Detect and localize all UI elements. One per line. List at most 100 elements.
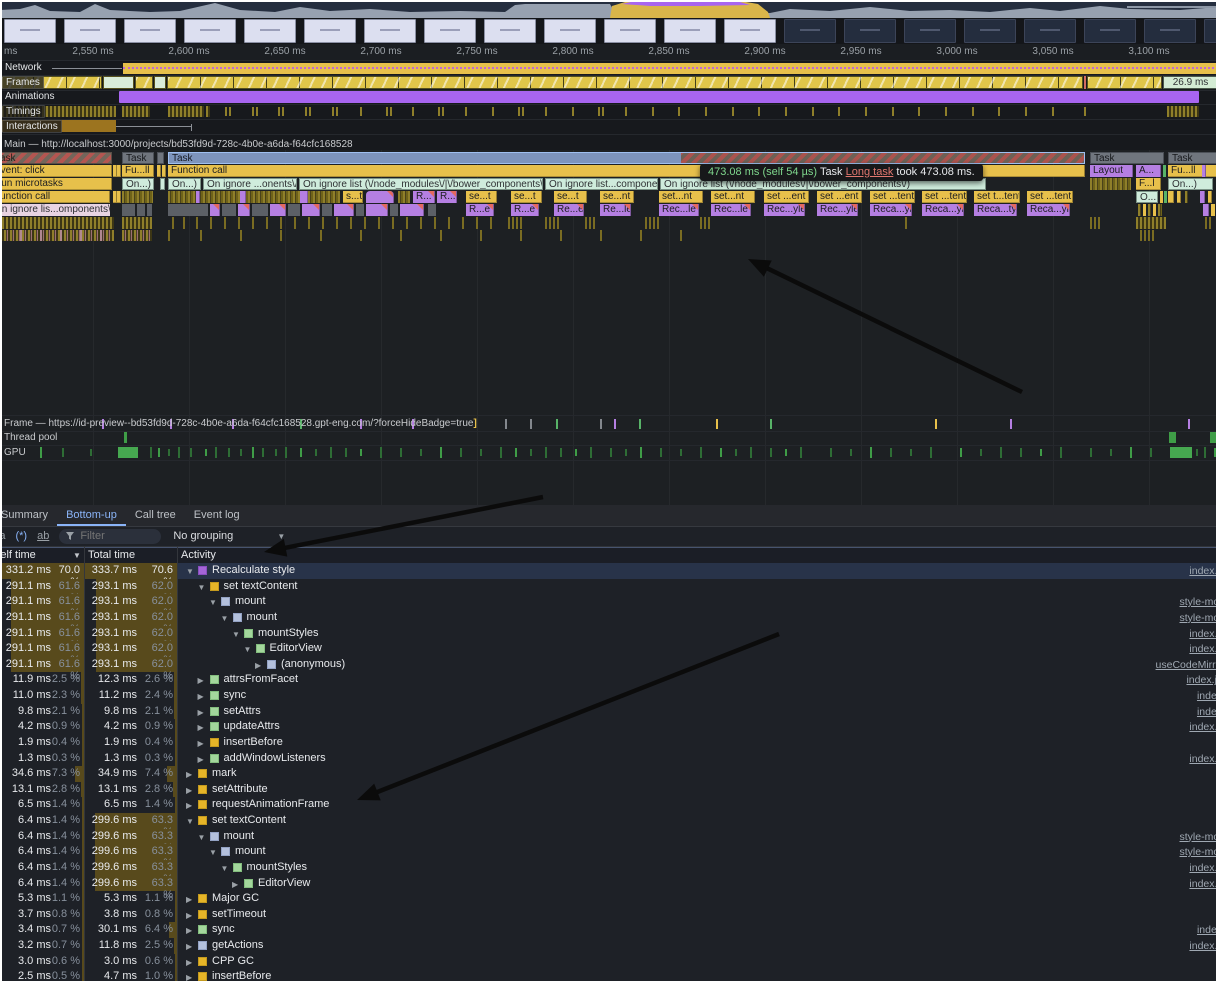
collapse-arrow-icon[interactable]: ▼ bbox=[232, 630, 240, 639]
activity-label[interactable]: requestAnimationFrame bbox=[212, 798, 329, 810]
source-link[interactable]: index.js bbox=[1189, 628, 1218, 640]
table-row[interactable]: 3.4 ms0.7 %30.1 ms6.4 %▶syncindex. bbox=[0, 922, 1218, 938]
flame-segment[interactable]: Reca...yle bbox=[1027, 204, 1070, 216]
flame-segment[interactable]: R... bbox=[437, 191, 457, 203]
table-row[interactable]: 6.4 ms1.4 %299.6 ms63.3 %▼set textConten… bbox=[0, 813, 1218, 829]
expand-arrow-icon[interactable]: ▶ bbox=[198, 739, 204, 748]
flame-segment[interactable]: F...l bbox=[1136, 178, 1161, 190]
expand-arrow-icon[interactable]: ▶ bbox=[198, 708, 204, 717]
frames-track[interactable]: Frames 26.9 ms bbox=[0, 75, 1218, 91]
source-link[interactable]: style-mod bbox=[1179, 596, 1218, 608]
flame-segment[interactable] bbox=[1138, 204, 1141, 216]
flame-segment[interactable] bbox=[210, 204, 220, 216]
flame-segment[interactable] bbox=[1177, 191, 1181, 203]
flame-segment[interactable]: Event: click bbox=[0, 165, 112, 177]
filmstrip-thumbnail[interactable] bbox=[424, 19, 476, 43]
flame-segment[interactable]: s...t bbox=[343, 191, 363, 203]
flame-segment[interactable]: On...) bbox=[168, 178, 201, 190]
expand-arrow-icon[interactable]: ▶ bbox=[198, 723, 204, 732]
activity-header[interactable]: Activity bbox=[181, 549, 216, 561]
activity-label[interactable]: mount bbox=[247, 611, 278, 623]
frame-segment[interactable] bbox=[154, 76, 166, 89]
table-row[interactable]: 3.2 ms0.7 %11.8 ms2.5 %▶getActionsindex.… bbox=[0, 938, 1218, 954]
frame-segment[interactable] bbox=[1084, 76, 1086, 89]
flame-segment[interactable]: Task bbox=[0, 152, 112, 164]
filter-input[interactable] bbox=[80, 530, 140, 542]
table-row[interactable]: 1.9 ms0.4 %1.9 ms0.4 %▶insertBefore bbox=[0, 735, 1218, 751]
thread-pool-track[interactable]: Thread pool bbox=[0, 430, 1218, 446]
table-row[interactable]: 6.4 ms1.4 %299.6 ms63.3 %▼mountstyle-mod bbox=[0, 844, 1218, 860]
flame-segment[interactable] bbox=[322, 204, 332, 216]
flame-segment[interactable] bbox=[1153, 204, 1156, 216]
flame-segment[interactable] bbox=[122, 191, 153, 203]
flame-segment[interactable]: Rec...yle bbox=[764, 204, 805, 216]
long-task-link[interactable]: Long task bbox=[846, 166, 894, 178]
flame-segment[interactable] bbox=[400, 204, 424, 216]
source-link[interactable]: index.js bbox=[1189, 753, 1218, 765]
flame-segment[interactable] bbox=[222, 204, 236, 216]
flame-segment[interactable] bbox=[300, 191, 308, 203]
flame-segment[interactable]: set ...tent bbox=[870, 191, 915, 203]
flame-segment[interactable] bbox=[168, 204, 208, 216]
gpu-track[interactable]: GPU bbox=[0, 445, 1218, 461]
flame-segment[interactable] bbox=[366, 191, 394, 203]
flame-segment[interactable] bbox=[1143, 204, 1146, 216]
gpu-track-label[interactable]: GPU bbox=[4, 447, 26, 458]
table-row[interactable]: 3.7 ms0.8 %3.8 ms0.8 %▶setTimeout bbox=[0, 907, 1218, 923]
filmstrip-thumbnail[interactable] bbox=[304, 19, 356, 43]
collapse-arrow-icon[interactable]: ▼ bbox=[186, 567, 194, 576]
collapse-arrow-icon[interactable]: ▼ bbox=[221, 864, 229, 873]
flame-segment[interactable] bbox=[157, 152, 164, 164]
expand-arrow-icon[interactable]: ▶ bbox=[232, 880, 238, 889]
self-time-header[interactable]: Self time bbox=[0, 549, 36, 561]
flame-segment[interactable]: se...t bbox=[554, 191, 587, 203]
table-row[interactable]: 6.4 ms1.4 %299.6 ms63.3 %▼mountStylesind… bbox=[0, 860, 1218, 876]
frame-segment[interactable] bbox=[167, 76, 1083, 89]
tab-event-log[interactable]: Event log bbox=[185, 505, 249, 526]
source-link[interactable]: index.js bbox=[1189, 565, 1218, 577]
expand-arrow-icon[interactable]: ▶ bbox=[198, 755, 204, 764]
activity-label[interactable]: mark bbox=[212, 767, 236, 779]
expand-arrow-icon[interactable]: ▶ bbox=[186, 958, 192, 967]
collapse-arrow-icon[interactable]: ▼ bbox=[198, 833, 206, 842]
animation-bar[interactable] bbox=[119, 91, 1199, 103]
expand-arrow-icon[interactable]: ▶ bbox=[186, 770, 192, 779]
expand-arrow-icon[interactable]: ▶ bbox=[255, 661, 261, 670]
flame-segment[interactable]: set ...tent bbox=[922, 191, 967, 203]
flame-segment[interactable]: Fu...ll bbox=[1168, 165, 1218, 177]
flame-segment[interactable] bbox=[1163, 165, 1166, 177]
collapse-arrow-icon[interactable]: ▼ bbox=[186, 817, 194, 826]
flame-segment[interactable] bbox=[196, 191, 200, 203]
filmstrip-thumbnail[interactable] bbox=[484, 19, 536, 43]
tab-bottom-up[interactable]: Bottom-up bbox=[57, 505, 126, 526]
flame-segment[interactable]: R... bbox=[413, 191, 435, 203]
collapse-arrow-icon[interactable]: ▼ bbox=[209, 598, 217, 607]
flame-segment[interactable]: set ...tent bbox=[1027, 191, 1073, 203]
flame-segment[interactable]: set t...tent bbox=[974, 191, 1020, 203]
filmstrip-thumbnail[interactable] bbox=[244, 19, 296, 43]
frame-segment[interactable]: 26.9 ms bbox=[1163, 76, 1218, 89]
flame-segment[interactable] bbox=[157, 165, 161, 177]
expand-arrow-icon[interactable]: ▶ bbox=[198, 676, 204, 685]
flame-segment[interactable]: Re...e bbox=[554, 204, 584, 216]
flame-segment[interactable]: Task bbox=[1090, 152, 1164, 164]
filmstrip-thumbnail[interactable] bbox=[544, 19, 596, 43]
collapse-arrow-icon[interactable]: ▼ bbox=[244, 645, 252, 654]
filmstrip-thumbnail[interactable] bbox=[604, 19, 656, 43]
flame-segment[interactable] bbox=[1160, 191, 1163, 203]
source-link[interactable]: style-mod bbox=[1179, 612, 1218, 624]
flame-segment[interactable] bbox=[1200, 191, 1205, 203]
expand-arrow-icon[interactable]: ▶ bbox=[186, 911, 192, 920]
flame-segment[interactable]: Reca...yle bbox=[870, 204, 912, 216]
flame-segment[interactable] bbox=[1090, 178, 1131, 190]
flame-segment[interactable]: Layout bbox=[1090, 165, 1133, 177]
timeline-ruler[interactable]: ms2,550 ms2,600 ms2,650 ms2,700 ms2,750 … bbox=[0, 44, 1218, 61]
table-row[interactable]: 291.1 ms61.6 %293.1 ms62.0 %▼mountStyles… bbox=[0, 626, 1218, 642]
flame-segment[interactable] bbox=[366, 204, 388, 216]
flame-segment[interactable] bbox=[1203, 204, 1209, 216]
network-track[interactable]: Network bbox=[0, 61, 1218, 76]
table-row[interactable]: 3.0 ms0.6 %3.0 ms0.6 %▶CPP GC bbox=[0, 954, 1218, 970]
flame-segment[interactable] bbox=[428, 204, 436, 216]
filmstrip-thumbnail[interactable] bbox=[124, 19, 176, 43]
source-link[interactable]: index.js bbox=[1189, 878, 1218, 890]
